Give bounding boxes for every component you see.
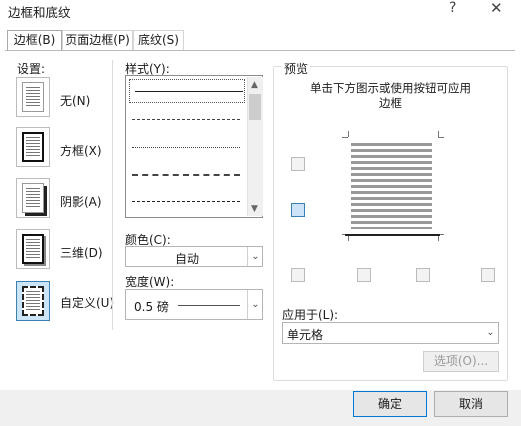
preview-bottom-border[interactable] <box>345 234 440 236</box>
style-dash-dot-line[interactable] <box>132 201 240 202</box>
apply-to-dropdown[interactable]: 单元格 ⌄ <box>282 322 499 344</box>
style-listbox[interactable]: ▲ ▼ <box>125 75 263 218</box>
setting-none-label[interactable]: 无(N) <box>60 92 90 109</box>
preview-label: 预览 <box>282 60 311 77</box>
style-scrollbar[interactable]: ▲ ▼ <box>247 77 263 216</box>
ok-button[interactable]: 确定 <box>353 391 427 417</box>
setting-shadow-label[interactable]: 阴影(A) <box>60 193 102 210</box>
title-bar <box>0 0 521 24</box>
tab-shading[interactable]: 底纹(S) <box>133 30 184 50</box>
tab-page-border[interactable]: 页面边框(P) <box>62 30 133 50</box>
apply-to-value: 单元格 <box>287 328 324 342</box>
diagonal-down-border-icon[interactable] <box>291 268 305 282</box>
chevron-down-icon[interactable]: ⌄ <box>247 247 263 266</box>
chevron-down-icon[interactable]: ⌄ <box>247 290 263 319</box>
scrollbar-thumb[interactable] <box>249 94 261 120</box>
window-title: 边框和底纹 <box>8 5 71 20</box>
preview-page[interactable] <box>342 131 444 241</box>
inside-horizontal-border-icon[interactable] <box>291 203 305 217</box>
setting-none-button[interactable] <box>16 77 50 117</box>
width-label: 宽度(W): <box>125 275 175 289</box>
style-dashed-line[interactable] <box>132 119 240 120</box>
boxed-page-icon <box>22 132 44 162</box>
setting-custom-label[interactable]: 自定义(U) <box>60 294 114 311</box>
chevron-up-icon[interactable]: ▲ <box>251 80 258 90</box>
selected-style-item[interactable] <box>129 79 245 103</box>
page-thumbnail-icon <box>22 82 44 112</box>
setting-3d-label[interactable]: 三维(D) <box>60 244 103 261</box>
top-border-icon[interactable] <box>291 157 305 171</box>
setting-custom-button[interactable] <box>16 281 50 321</box>
setting-shadow-button[interactable] <box>16 178 50 218</box>
threed-page-icon <box>22 234 44 264</box>
setting-box-label[interactable]: 方框(X) <box>60 142 102 159</box>
chevron-down-icon[interactable]: ⌄ <box>483 323 498 343</box>
shadow-page-icon <box>22 183 44 213</box>
column-divider <box>112 60 113 330</box>
width-dropdown[interactable]: 0.5 磅 ⌄ <box>125 289 263 320</box>
width-line-sample <box>178 305 240 306</box>
setting-3d-button[interactable] <box>16 229 50 269</box>
width-value: 0.5 磅 <box>134 300 169 314</box>
custom-page-icon <box>22 286 44 316</box>
options-button[interactable]: 选项(O)... <box>423 351 499 372</box>
color-value: 自动 <box>174 252 199 266</box>
tab-borders[interactable]: 边框(B) <box>7 30 62 51</box>
color-dropdown[interactable]: 自动 ⌄ <box>125 246 263 267</box>
close-icon[interactable]: ✕ <box>490 0 503 17</box>
help-icon[interactable]: ? <box>449 0 456 16</box>
chevron-down-icon[interactable]: ▼ <box>251 204 258 214</box>
right-border-icon[interactable] <box>416 268 430 282</box>
diagonal-up-border-icon[interactable] <box>481 268 495 282</box>
setting-box-button[interactable] <box>16 127 50 167</box>
apply-to-label: 应用于(L): <box>282 308 339 322</box>
style-long-dash-line[interactable] <box>132 174 240 176</box>
tab-divider <box>5 50 515 51</box>
settings-label: 设置: <box>17 62 46 76</box>
cancel-button[interactable]: 取消 <box>434 391 508 417</box>
preview-text-lines <box>351 143 432 229</box>
preview-hint-line2: 边框 <box>379 96 402 110</box>
style-dotted-line[interactable] <box>132 147 240 148</box>
preview-hint: 单击下方图示或使用按钮可应用 <box>310 81 471 95</box>
inside-vertical-border-icon[interactable] <box>357 268 371 282</box>
